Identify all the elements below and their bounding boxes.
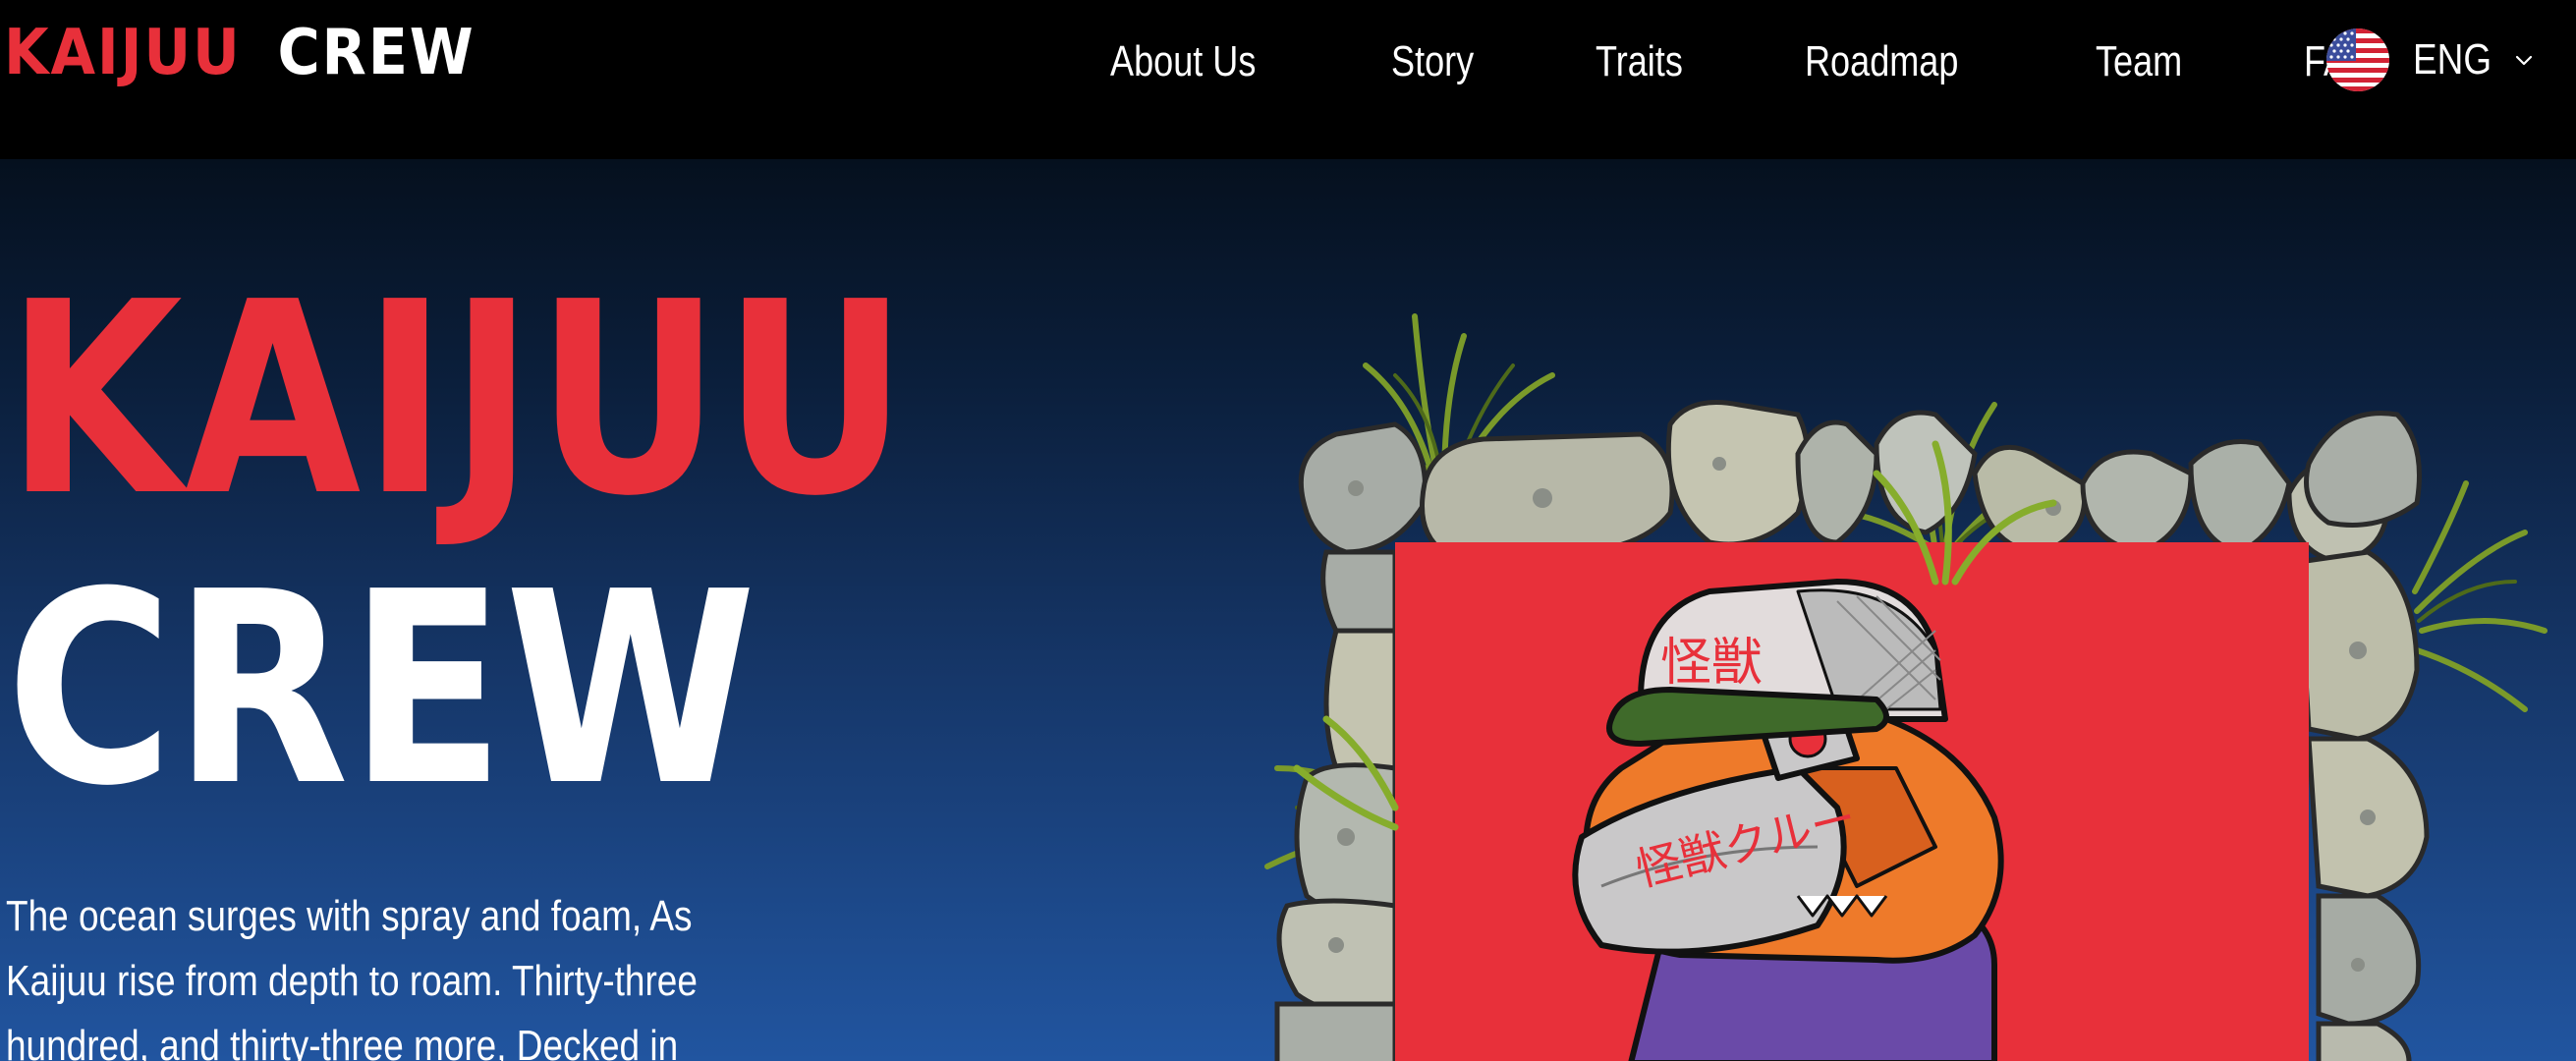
hero-title-kaijuu: KAIJUU: [6, 245, 910, 554]
top-nav: KAIJUU CREW About Us Story Traits Roadma…: [0, 0, 2576, 159]
site-logo[interactable]: KAIJUU CREW: [4, 14, 476, 92]
hero-poem-text: The ocean surges with spray and foam, As…: [6, 892, 698, 1061]
language-selector[interactable]: ENG: [2326, 28, 2538, 92]
us-flag-icon: [2326, 28, 2389, 91]
hat-text: 怪獣: [1660, 634, 1763, 693]
logo-crew: CREW: [277, 17, 476, 89]
chevron-down-icon: [2516, 55, 2533, 66]
nav-link-about-us[interactable]: About Us: [1110, 37, 1256, 86]
language-label: ENG: [2413, 35, 2492, 84]
nav-link-roadmap[interactable]: Roadmap: [1805, 37, 1958, 86]
hero-title-crew: CREW: [6, 534, 756, 844]
nav-link-team[interactable]: Team: [2096, 37, 2182, 86]
nav-link-traits[interactable]: Traits: [1596, 37, 1683, 86]
hero-section: KAIJUU CREW The ocean surges with spray …: [0, 159, 2576, 1061]
kaijuu-character-artwork: 怪獣クルー 怪獣: [1248, 257, 2554, 1061]
nav-link-story[interactable]: Story: [1391, 37, 1474, 86]
logo-kaijuu: KAIJUU: [4, 17, 242, 89]
nav-links: About Us Story Traits Roadmap Team FAQ: [1110, 0, 2493, 124]
